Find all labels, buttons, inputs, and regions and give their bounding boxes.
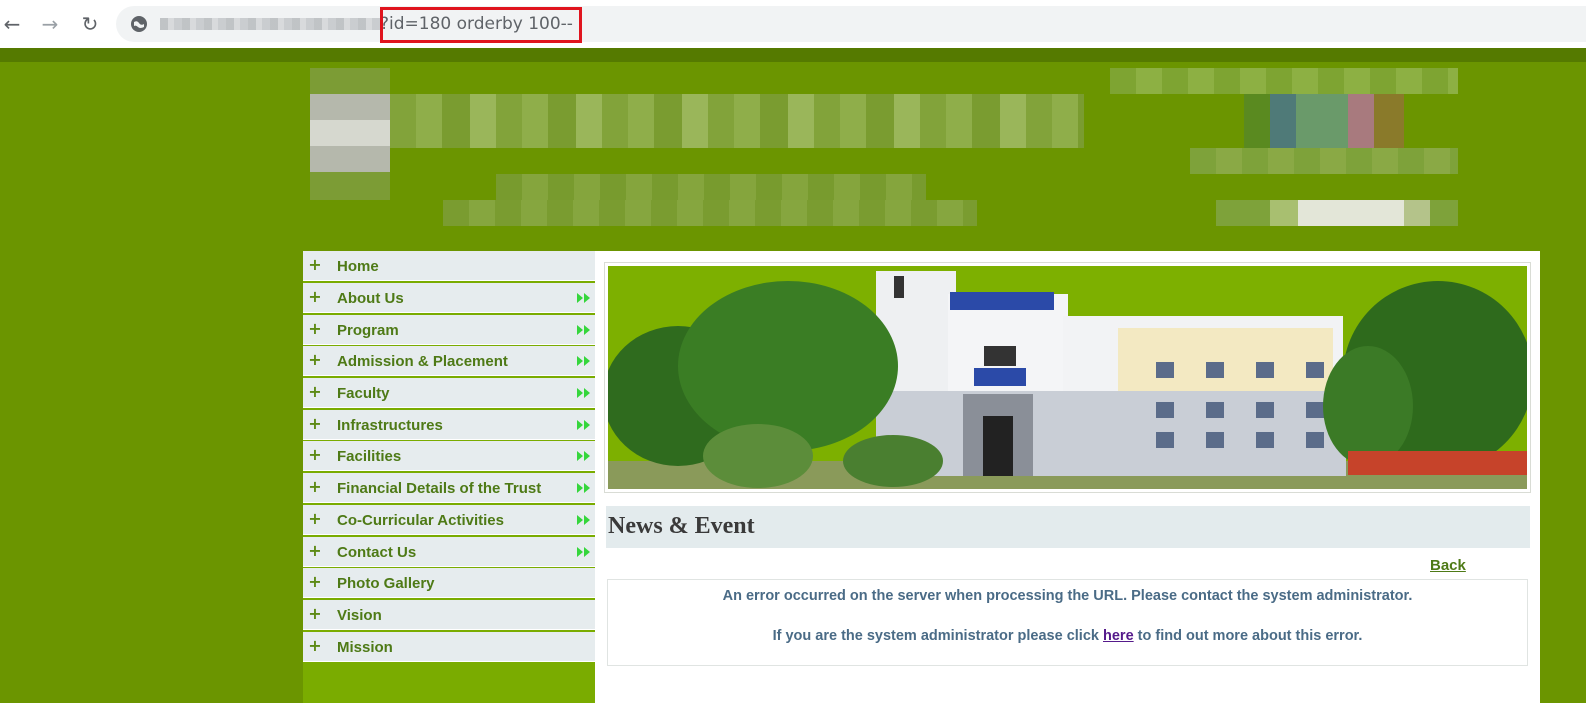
reload-icon[interactable]: ↻: [78, 12, 102, 36]
plus-icon: +: [308, 350, 322, 369]
plus-icon: +: [308, 382, 322, 401]
error-text-line2: If you are the system administrator plea…: [608, 628, 1527, 644]
sidebar-item-label: About Us: [337, 290, 404, 307]
sidebar-item-label: Infrastructures: [337, 417, 443, 434]
sidebar-item-infrastructures[interactable]: + Infrastructures: [303, 410, 595, 440]
sidebar-item-mission[interactable]: + Mission: [303, 632, 595, 662]
double-arrow-right-icon: [577, 515, 590, 525]
sidebar-item-label: Co-Curricular Activities: [337, 512, 504, 529]
sidebar-menu: + Home + About Us + Program + Admission …: [303, 251, 595, 703]
sidebar-item-label: Program: [337, 322, 399, 339]
banner-frame: [604, 262, 1531, 493]
double-arrow-right-icon: [577, 388, 590, 398]
sidebar-item-label: Photo Gallery: [337, 575, 435, 592]
plus-icon: +: [308, 572, 322, 591]
main-content: News & Event Back An error occurred on t…: [595, 251, 1540, 703]
url-highlight-box: [380, 7, 582, 43]
sidebar-item-co-curricular[interactable]: + Co-Curricular Activities: [303, 505, 595, 535]
double-arrow-right-icon: [577, 547, 590, 557]
plus-icon: +: [308, 319, 322, 338]
plus-icon: +: [308, 255, 322, 274]
header-badge-blurred: [1244, 94, 1404, 148]
url-blurred-host: [160, 18, 380, 30]
sidebar-item-label: Financial Details of the Trust: [337, 480, 542, 497]
header-right-text-blurred: [1190, 148, 1458, 174]
plus-icon: +: [308, 636, 322, 655]
sidebar-item-financial-details[interactable]: + Financial Details of the Trust: [303, 473, 595, 503]
page-title: News & Event: [608, 513, 755, 539]
sidebar-item-about-us[interactable]: + About Us: [303, 283, 595, 313]
error-text-line1: An error occurred on the server when pro…: [722, 588, 1413, 604]
browser-toolbar: ← → ↻ ?id=180 orderby 100--: [0, 0, 1586, 48]
address-bar[interactable]: ?id=180 orderby 100--: [116, 6, 1586, 42]
arrow-left-icon[interactable]: ←: [0, 12, 24, 36]
sidebar-item-photo-gallery[interactable]: + Photo Gallery: [303, 568, 595, 598]
plus-icon: +: [308, 541, 322, 560]
sidebar-item-label: Home: [337, 258, 379, 275]
double-arrow-right-icon: [577, 293, 590, 303]
plus-icon: +: [308, 509, 322, 528]
section-header: News & Event: [606, 506, 1530, 548]
plus-icon: +: [308, 287, 322, 306]
error-text-after: to find out more about this error.: [1133, 628, 1363, 644]
plus-icon: +: [308, 445, 322, 464]
header-contact-blurred: [1216, 200, 1458, 226]
header-right-blurred: [1110, 68, 1458, 94]
header-top-strip: [0, 48, 1586, 62]
sidebar-item-program[interactable]: + Program: [303, 315, 595, 345]
plus-icon: +: [308, 604, 322, 623]
sidebar-item-label: Admission & Placement: [337, 353, 508, 370]
site-logo-blurred: [310, 68, 390, 200]
sidebar-item-label: Mission: [337, 639, 393, 656]
double-arrow-right-icon: [577, 325, 590, 335]
plus-icon: +: [308, 477, 322, 496]
back-link[interactable]: Back: [1430, 557, 1466, 574]
error-text-before: If you are the system administrator plea…: [772, 628, 1103, 644]
globe-icon[interactable]: [130, 15, 148, 33]
arrow-right-icon[interactable]: →: [38, 12, 62, 36]
sidebar-item-admission-placement[interactable]: + Admission & Placement: [303, 346, 595, 376]
sidebar-item-home[interactable]: + Home: [303, 251, 595, 281]
sidebar-item-label: Vision: [337, 607, 382, 624]
double-arrow-right-icon: [577, 356, 590, 366]
sidebar-item-label: Contact Us: [337, 544, 417, 561]
sidebar-item-label: Faculty: [337, 385, 390, 402]
sidebar-item-faculty[interactable]: + Faculty: [303, 378, 595, 408]
plus-icon: +: [308, 414, 322, 433]
sidebar-item-facilities[interactable]: + Facilities: [303, 441, 595, 471]
double-arrow-right-icon: [577, 420, 590, 430]
error-message-box: An error occurred on the server when pro…: [607, 579, 1528, 666]
sidebar-item-label: Facilities: [337, 448, 402, 465]
sidebar-item-vision[interactable]: + Vision: [303, 600, 595, 630]
site-title-blurred: [390, 94, 1084, 148]
site-address-blurred: [443, 200, 977, 226]
campus-building-photo: [608, 266, 1527, 489]
double-arrow-right-icon: [577, 483, 590, 493]
site-subtitle-blurred: [496, 174, 926, 200]
double-arrow-right-icon: [577, 451, 590, 461]
sidebar-item-contact-us[interactable]: + Contact Us: [303, 537, 595, 567]
error-details-link[interactable]: here: [1103, 628, 1134, 644]
